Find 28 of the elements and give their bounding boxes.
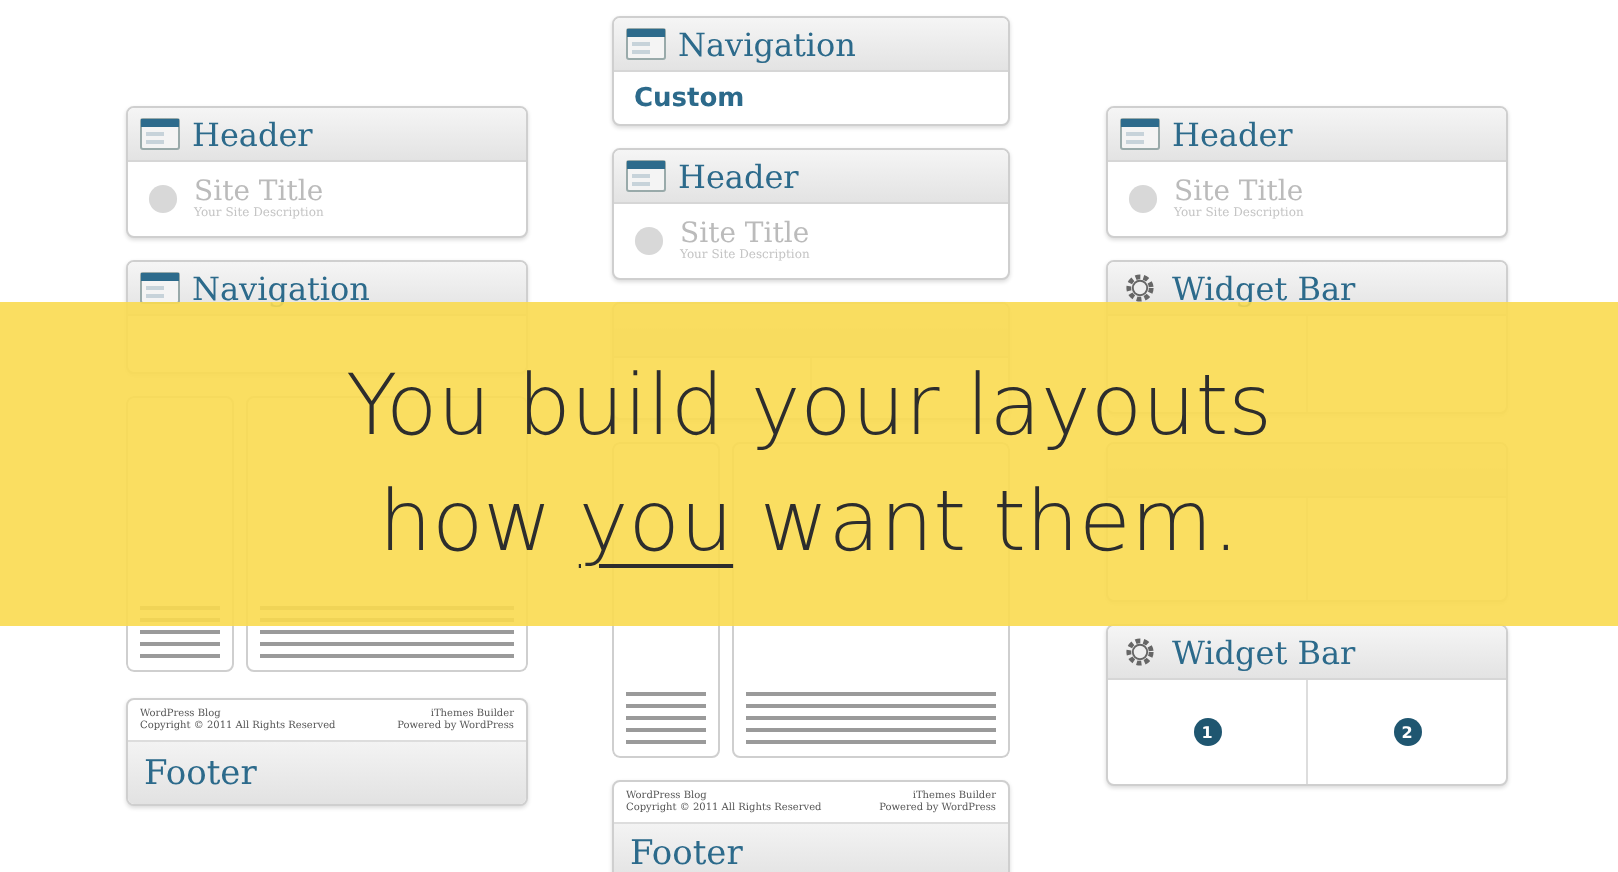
gear-icon (1120, 636, 1160, 668)
menu-label: Custom (634, 83, 745, 113)
widget-number: 1 (1193, 718, 1221, 746)
text-lines-drawing (626, 692, 706, 744)
module-title: Header (678, 157, 799, 195)
module-title: Widget Bar (1172, 633, 1356, 671)
banner-text: how you want them. (378, 470, 1240, 574)
site-title: Site Title (680, 220, 810, 248)
module-title: Widget Bar (1172, 269, 1356, 307)
site-title: Site Title (1174, 178, 1304, 206)
module-title: Footer (630, 833, 743, 872)
window-icon (1120, 118, 1160, 150)
widget-number: 2 (1393, 718, 1421, 746)
logo-circle-icon (634, 226, 664, 256)
banner-text: You build your layouts (345, 353, 1273, 457)
window-icon (626, 28, 666, 60)
gear-icon (1120, 272, 1160, 304)
module-title: Navigation (678, 25, 856, 63)
logo-circle-icon (1128, 184, 1158, 214)
module-title: Header (1172, 115, 1293, 153)
window-icon (140, 272, 180, 304)
module-title: Footer (144, 753, 257, 793)
module-title: Header (192, 115, 313, 153)
module-title: Navigation (192, 269, 370, 307)
logo-circle-icon (148, 184, 178, 214)
window-icon (140, 118, 180, 150)
window-icon (626, 160, 666, 192)
site-title: Site Title (194, 178, 324, 206)
